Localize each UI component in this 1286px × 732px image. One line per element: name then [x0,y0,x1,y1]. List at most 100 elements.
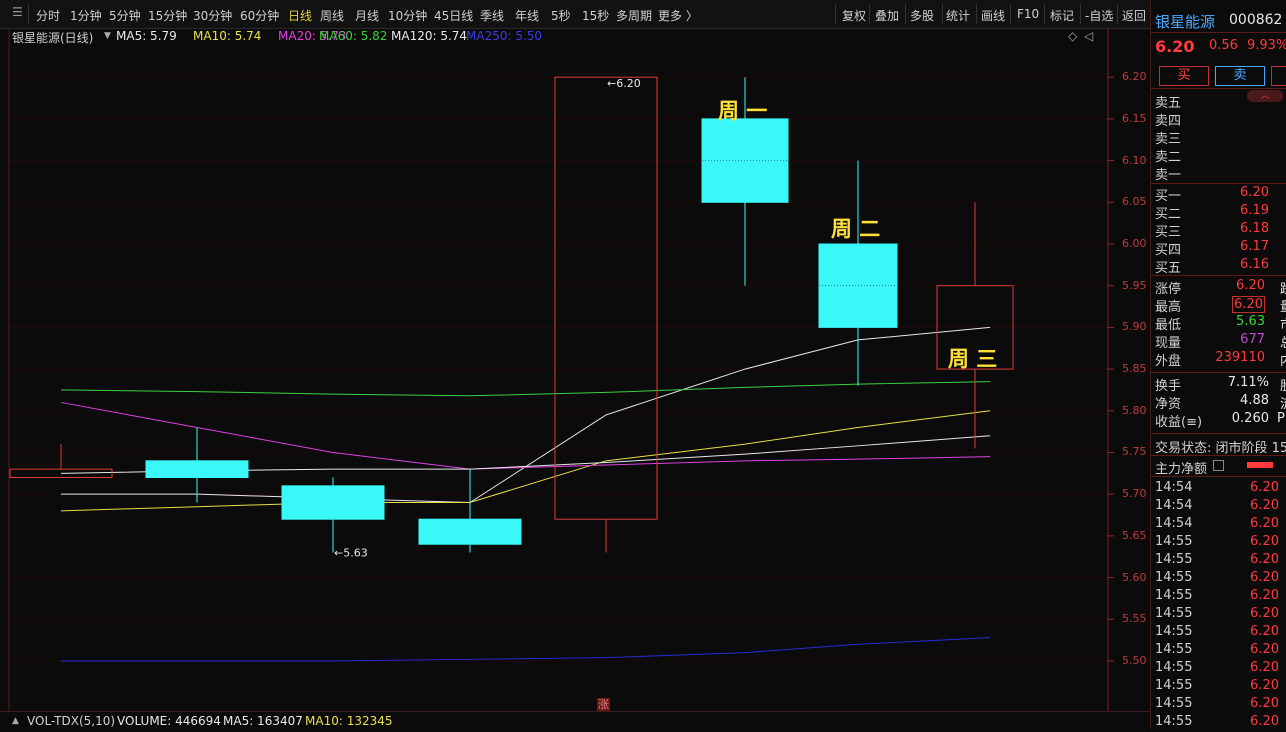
buy-level-label: 买二 [1155,207,1182,222]
y-tick-label: 6.15 [1122,111,1147,125]
period-0[interactable]: 分时 [36,7,60,24]
tick-price: 6.20 [1250,660,1279,675]
ma-line-ma60 [60,381,991,397]
extra-button[interactable] [1271,66,1286,86]
vol-ma10: MA10: 132345 [305,714,393,728]
stat-extra: 市 [1280,314,1286,333]
toolbar-control-3[interactable]: 统计 [946,7,970,24]
stat-label: 最低 [1155,318,1182,333]
period-4[interactable]: 30分钟 [193,7,232,24]
buy-level-price: 6.20 [1240,185,1269,200]
panel-divider [1151,183,1286,184]
ma-line-ma250 [61,637,991,662]
tick-time: 14:55 [1155,714,1193,729]
candle-body[interactable] [281,485,385,520]
y-tick-label: 5.90 [1122,320,1147,334]
period-16[interactable]: 更多 〉 [658,7,698,24]
quote-row: 交易状态: 闭市阶段 15 [1155,437,1286,456]
period-15[interactable]: 多周期 [616,7,652,24]
stat2-extra: 流 [1280,393,1286,412]
tick-price: 6.20 [1250,624,1279,639]
toolbar-control-5[interactable]: F10 [1017,7,1039,21]
quote-row: 14:55 6.20 [1155,642,1286,660]
quote-row: 收益(≡) 0.260 PE [1155,411,1286,430]
quote-row: 买五 6.16 [1155,257,1286,276]
period-10[interactable]: 45日线 [434,7,473,24]
tick-price: 6.20 [1250,606,1279,621]
tick-price: 6.20 [1250,678,1279,693]
toolbar-control-0[interactable]: 复权 [842,7,866,24]
quote-row: 外盘 239110 内 [1155,350,1286,369]
quote-row: 14:55 6.20 [1155,588,1286,606]
toolbar-divider [1117,4,1118,24]
stat-value: 6.20 [1236,278,1265,293]
trade-status: 交易状态: 闭市阶段 15 [1155,441,1286,456]
panel-divider [1151,433,1286,434]
toolbar-control-6[interactable]: 标记 [1050,7,1074,24]
candle-body[interactable] [418,518,522,545]
panel-divider [1151,455,1286,456]
toolbar-control-2[interactable]: 多股 [910,7,934,24]
rise-marker-bg [597,698,610,711]
tick-time: 14:55 [1155,696,1193,711]
vol-ma5: MA5: 163407 [223,714,303,728]
y-tick-label: 6.00 [1122,236,1147,250]
toolbar-divider [905,4,906,24]
quote-row: 14:54 6.20 [1155,480,1286,498]
period-5[interactable]: 60分钟 [240,7,279,24]
panel-divider [1151,275,1286,276]
period-12[interactable]: 年线 [515,7,539,24]
price-change-pct: 9.93% [1247,38,1286,53]
quote-row: 买二 6.19 [1155,203,1286,222]
y-tick-label: 5.85 [1122,362,1147,376]
quote-panel: 银星能源 000862 6.20 0.56 9.93% 买 卖 ︿ 卖五 卖四 卖三… [1150,0,1286,729]
panel-divider [1151,476,1286,477]
quote-row: 14:55 6.20 [1155,714,1286,732]
toolbar-control-8[interactable]: 返回 [1122,7,1146,24]
period-3[interactable]: 15分钟 [148,7,187,24]
period-8[interactable]: 月线 [355,7,379,24]
toolbar-control-1[interactable]: 叠加 [875,7,899,24]
toolbar-divider [869,4,870,24]
panel-divider [1151,32,1286,33]
quote-row: 14:55 6.20 [1155,606,1286,624]
main-flow-label: 主力净额 [1155,462,1208,477]
stat-label: 涨停 [1155,282,1182,297]
panel-divider [1151,372,1286,373]
period-11[interactable]: 季线 [480,7,504,24]
y-tick-label: 5.55 [1122,612,1147,626]
collapse-icon[interactable]: ▲ [12,716,19,726]
toolbar-divider [835,4,836,24]
quote-row: 14:55 6.20 [1155,624,1286,642]
period-2[interactable]: 5分钟 [109,7,141,24]
y-tick-label: 5.60 [1122,570,1147,584]
tick-price: 6.20 [1250,552,1279,567]
sell-button[interactable]: 卖 [1215,66,1265,86]
period-7[interactable]: 周线 [320,7,344,24]
stat2-label: 净资 [1155,397,1182,412]
quote-row: 14:54 6.20 [1155,498,1286,516]
quote-row: 买四 6.17 [1155,239,1286,258]
period-6[interactable]: 日线 [288,7,312,24]
toolbar-control-4[interactable]: 画线 [981,7,1005,24]
list-icon[interactable] [1213,460,1224,471]
quote-row: 卖四 [1155,110,1286,129]
quote-row: 最低 5.63 市 [1155,314,1286,333]
tick-price: 6.20 [1250,642,1279,657]
toolbar-control-7[interactable]: -自选 [1085,7,1113,24]
buy-button[interactable]: 买 [1159,66,1209,86]
period-9[interactable]: 10分钟 [388,7,427,24]
stat2-value: 7.11% [1227,375,1269,390]
stat-value: 6.20 [1232,296,1265,313]
toolbar-divider [28,4,29,24]
period-1[interactable]: 1分钟 [70,7,102,24]
stat-label: 最高 [1155,300,1182,315]
sell-level-label: 卖二 [1155,150,1182,165]
stat-value: 5.63 [1236,314,1265,329]
tick-time: 14:55 [1155,588,1193,603]
menu-icon[interactable]: ☰ [12,5,23,19]
tick-time: 14:54 [1155,516,1193,531]
candle-body[interactable] [145,460,249,479]
period-14[interactable]: 15秒 [582,7,609,24]
period-13[interactable]: 5秒 [551,7,571,24]
